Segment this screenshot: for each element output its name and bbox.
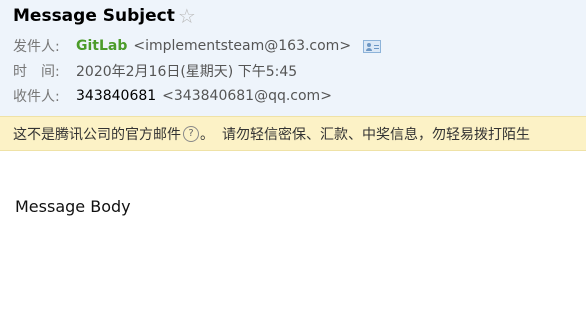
- time-label: 时 间:: [13, 64, 60, 80]
- sender-address: <implementsteam@163.com>: [133, 38, 352, 54]
- warning-text: 这不是腾讯公司的官方邮件: [13, 126, 181, 143]
- security-warning-bar: 这不是腾讯公司的官方邮件 ? 。 请勿轻信密保、汇款、中奖信息，勿轻易拨打陌生: [0, 116, 586, 151]
- star-icon[interactable]: ☆: [178, 6, 196, 26]
- subject-row: Message Subject ☆: [13, 4, 196, 28]
- warning-punct: 。: [200, 126, 214, 143]
- to-row: 收件人: 343840681 <343840681@qq.com>: [13, 86, 332, 106]
- recipient-name[interactable]: 343840681: [76, 88, 156, 104]
- help-icon[interactable]: ?: [183, 125, 199, 142]
- warning-advice: 请勿轻信密保、汇款、中奖信息，勿轻易拨打陌生: [222, 126, 530, 143]
- from-row: 发件人: GitLab <implementsteam@163.com>: [13, 36, 382, 56]
- recipient-address: <343840681@qq.com>: [162, 88, 332, 104]
- time-row: 时 间: 2020年2月16日(星期天) 下午5:45: [13, 61, 297, 81]
- sender-name[interactable]: GitLab: [76, 38, 127, 54]
- from-label: 发件人:: [13, 39, 60, 55]
- email-date: 2020年2月16日(星期天) 下午5:45: [76, 64, 298, 80]
- email-header: Message Subject ☆ 发件人: GitLab <implement…: [0, 0, 586, 116]
- to-label: 收件人:: [13, 89, 60, 105]
- email-subject: Message Subject: [13, 6, 175, 26]
- contact-card-icon[interactable]: [363, 39, 382, 53]
- email-body: Message Body: [15, 197, 131, 216]
